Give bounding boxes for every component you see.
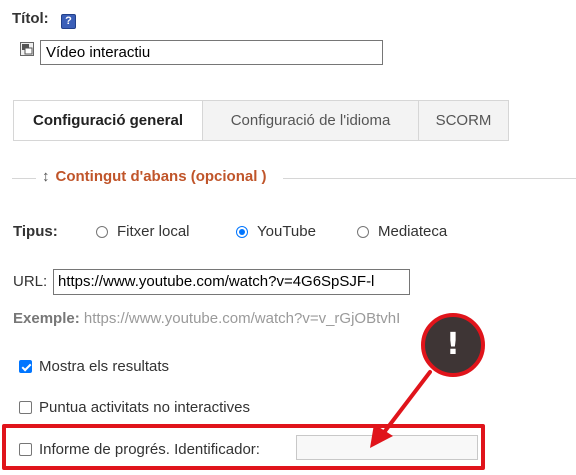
- radio-media-library-control[interactable]: [357, 225, 369, 238]
- radio-youtube-control[interactable]: [236, 225, 248, 238]
- title-label: Títol:: [12, 10, 49, 27]
- fieldset-line-left: [12, 178, 36, 179]
- checkbox-show-results[interactable]: Mostra els resultats: [19, 358, 169, 375]
- radio-local-file[interactable]: Fitxer local: [96, 223, 190, 240]
- checkbox-show-results-control[interactable]: [19, 360, 32, 373]
- section-legend-text[interactable]: Contingut d'abans (opcional ): [56, 168, 267, 185]
- checkbox-show-results-label: Mostra els resultats: [39, 358, 170, 375]
- fieldset-line-right: [283, 178, 576, 179]
- checkbox-score-non-interactive-control[interactable]: [19, 401, 32, 414]
- example-label: Exemple:: [13, 310, 80, 327]
- checkbox-score-non-interactive[interactable]: Puntua activitats no interactives: [19, 399, 250, 416]
- radio-local-file-label: Fitxer local: [117, 223, 190, 240]
- warning-icon: !: [421, 313, 485, 377]
- radio-local-file-control[interactable]: [96, 225, 108, 238]
- section-legend[interactable]: ↕ Contingut d'abans (opcional ): [42, 168, 267, 185]
- url-input[interactable]: https://www.youtube.com/watch?v=4G6SpSJF…: [53, 269, 410, 295]
- highlight-box: [2, 424, 485, 470]
- radio-media-library[interactable]: Mediateca: [357, 223, 447, 240]
- example-url: https://www.youtube.com/watch?v=v_rGjOBt…: [83, 310, 401, 327]
- radio-media-library-label: Mediateca: [378, 223, 448, 240]
- example-text: Exemple: https://www.youtube.com/watch?v…: [13, 310, 400, 327]
- expand-arrow-icon[interactable]: ↕: [42, 168, 50, 185]
- title-input[interactable]: [40, 40, 383, 65]
- language-icon: [20, 42, 34, 56]
- tab-general-settings[interactable]: Configuració general: [13, 100, 203, 141]
- tab-scorm[interactable]: SCORM: [418, 100, 509, 141]
- radio-youtube[interactable]: YouTube: [236, 223, 316, 240]
- url-label: URL:: [13, 273, 48, 290]
- tab-language-settings[interactable]: Configuració de l'idioma: [202, 100, 419, 141]
- radio-youtube-label: YouTube: [257, 223, 316, 240]
- help-icon[interactable]: ?: [61, 14, 76, 29]
- checkbox-score-non-interactive-label: Puntua activitats no interactives: [39, 399, 250, 416]
- type-label: Tipus:: [13, 223, 58, 240]
